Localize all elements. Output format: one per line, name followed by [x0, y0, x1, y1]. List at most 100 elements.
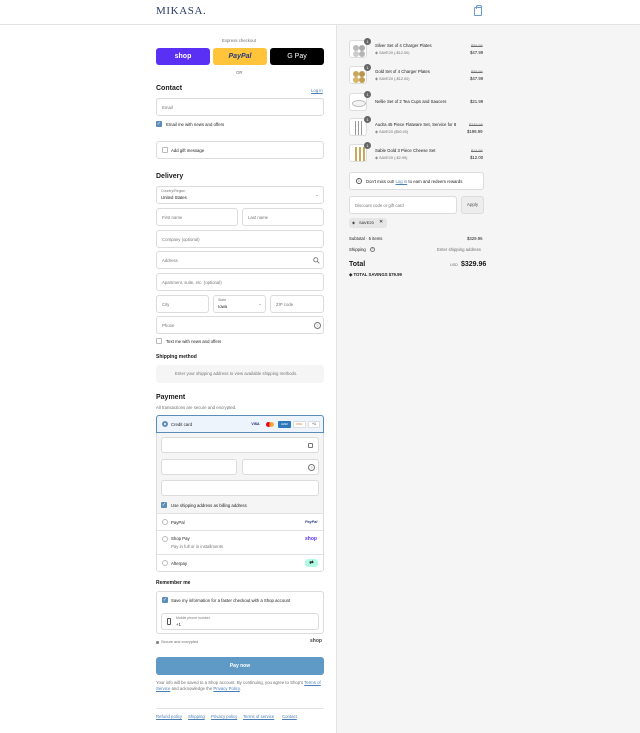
- item-price: $47.99: [470, 50, 484, 55]
- footer-refund-link[interactable]: Refund policy: [156, 714, 182, 719]
- item-discount: ◈ SAVE20 (-$2.99): [375, 156, 408, 160]
- more-cards-badge: +1: [308, 421, 320, 428]
- first-name-field[interactable]: First name: [156, 208, 238, 226]
- paypal-option[interactable]: PayPal PayPal: [157, 513, 323, 530]
- gift-checkbox[interactable]: [162, 147, 168, 153]
- or-divider: OR: [236, 70, 243, 75]
- state-select[interactable]: State Iowa ⌄: [213, 295, 266, 313]
- name-on-card-field[interactable]: [161, 480, 319, 496]
- email-field[interactable]: Email: [156, 98, 324, 116]
- express-title: Express checkout: [222, 38, 256, 43]
- footer-terms-link[interactable]: Terms of service: [243, 714, 274, 719]
- afterpay-option[interactable]: Afterpay ⇄: [157, 554, 323, 571]
- legal-text-part1: Your info will be saved to a Shop accoun…: [156, 680, 304, 685]
- subtotal-value: $329.96: [467, 236, 483, 241]
- city-placeholder: City: [162, 302, 170, 307]
- contact-title: Contact: [156, 85, 183, 92]
- address-field[interactable]: Address: [156, 251, 324, 269]
- credit-card-radio[interactable]: [162, 421, 168, 427]
- item-name: Silver Set of 4 Charger Plates: [375, 43, 432, 48]
- item-old-price: $59.99: [471, 44, 483, 48]
- footer-privacy-link[interactable]: Privacy policy: [211, 714, 237, 719]
- afterpay-radio[interactable]: [162, 560, 168, 566]
- login-link[interactable]: Log in: [311, 88, 323, 93]
- google-pay-button[interactable]: G Pay: [270, 48, 324, 65]
- text-offers-label: Text me with news and offers: [166, 339, 222, 344]
- city-field[interactable]: City: [156, 295, 209, 313]
- subtotal-label: Subtotal · 5 items: [349, 236, 383, 241]
- tag-icon: ◈: [352, 220, 356, 225]
- shop-pay-radio[interactable]: [162, 536, 168, 542]
- rewards-login-link[interactable]: Log in: [396, 179, 408, 184]
- shop-logo: shop: [310, 638, 322, 644]
- delivery-title: Delivery: [156, 173, 184, 180]
- discount-input[interactable]: Discount code or gift card: [349, 196, 457, 214]
- apartment-field[interactable]: Apartment, suite, etc. (optional): [156, 273, 324, 291]
- item-name: Gold Set of 4 Charger Plates: [375, 69, 430, 74]
- zip-field[interactable]: ZIP code: [270, 295, 324, 313]
- state-value: Iowa: [218, 304, 228, 309]
- shop-pay-label: Shop Pay: [171, 536, 190, 541]
- news-label: Email me with news and offers: [166, 122, 225, 127]
- help-icon[interactable]: ?: [308, 464, 315, 471]
- item-old-price: $249.99: [469, 123, 483, 127]
- first-name-placeholder: First name: [162, 215, 183, 220]
- discount-placeholder: Discount code or gift card: [355, 203, 404, 208]
- paypal-button[interactable]: PayPal: [213, 48, 267, 65]
- company-field[interactable]: Company (optional): [156, 230, 324, 248]
- item-price: $21.99: [470, 99, 484, 104]
- address-placeholder: Address: [162, 258, 178, 263]
- shipping-note: Enter your shipping address to view avai…: [175, 371, 298, 376]
- gift-message-option[interactable]: Add gift message: [156, 141, 324, 159]
- footer-shipping-link[interactable]: Shipping: [188, 714, 205, 719]
- billing-checkbox[interactable]: ✓: [161, 502, 167, 508]
- paypal-radio[interactable]: [162, 519, 168, 525]
- phone-field[interactable]: Phone ?: [156, 316, 324, 334]
- mobile-phone-field[interactable]: Mobile phone number +1: [161, 613, 319, 630]
- pay-now-button[interactable]: Pay now: [156, 657, 324, 675]
- mobile-value: +1: [176, 622, 181, 627]
- remove-discount-icon[interactable]: ✕: [379, 219, 383, 225]
- privacy-link[interactable]: Privacy Policy: [213, 686, 239, 691]
- payment-title: Payment: [156, 394, 186, 401]
- shopping-bag-icon[interactable]: [474, 5, 482, 16]
- country-value: United States: [161, 195, 187, 200]
- last-name-field[interactable]: Last name: [242, 208, 324, 226]
- amex-icon: AMEX: [278, 421, 291, 428]
- apartment-placeholder: Apartment, suite, etc. (optional): [162, 280, 222, 285]
- item-name: Audra 45 Piece Flatware Set, Service for…: [375, 122, 457, 127]
- secure-label: Secure and encrypted: [161, 640, 199, 644]
- payment-subtitle: All transactions are secure and encrypte…: [156, 405, 237, 410]
- shop-pay-button[interactable]: shop: [156, 48, 210, 65]
- country-select[interactable]: Country/Region United States ⌄: [156, 186, 324, 204]
- email-placeholder: Email: [162, 105, 173, 110]
- visa-icon: VISA: [251, 422, 260, 426]
- chevron-down-icon: ⌄: [258, 301, 262, 306]
- discover-icon: DISC: [293, 421, 306, 428]
- rewards-text: Don't miss out! Log in to earn and redee…: [366, 179, 463, 184]
- news-checkbox[interactable]: ✓: [156, 121, 162, 127]
- credit-card-option[interactable]: Credit card VISA AMEX DISC +1: [156, 415, 324, 433]
- security-code-field[interactable]: ?: [242, 459, 319, 475]
- apply-button[interactable]: Apply: [461, 196, 484, 214]
- paypal-logo: PayPal: [305, 520, 318, 524]
- total-label: Total: [349, 261, 366, 268]
- help-icon[interactable]: ?: [314, 322, 321, 329]
- item-price: $12.00: [470, 155, 484, 160]
- item-quantity-badge: 1: [364, 142, 371, 149]
- save-info-checkbox[interactable]: ✓: [162, 597, 168, 603]
- state-label: State: [218, 298, 227, 302]
- afterpay-logo-icon: ⇄: [305, 559, 318, 567]
- item-name: Nellie Set of 2 Tea Cups and Saucers: [375, 99, 447, 104]
- expiry-field[interactable]: [161, 459, 237, 475]
- shipping-value: Enter shipping address: [437, 247, 481, 252]
- shipping-help-icon[interactable]: ?: [370, 247, 375, 252]
- text-offers-checkbox[interactable]: [156, 338, 162, 344]
- country-label: Country/Region: [161, 189, 186, 193]
- shop-pay-option[interactable]: Shop Pay Pay in full or in installments …: [157, 530, 323, 554]
- footer-contact-link[interactable]: Contact: [282, 714, 297, 719]
- total-value: $329.96: [461, 261, 487, 268]
- mikasa-logo[interactable]: MIKASA.: [156, 5, 206, 17]
- item-price: $47.99: [470, 76, 484, 81]
- card-number-field[interactable]: [161, 437, 319, 453]
